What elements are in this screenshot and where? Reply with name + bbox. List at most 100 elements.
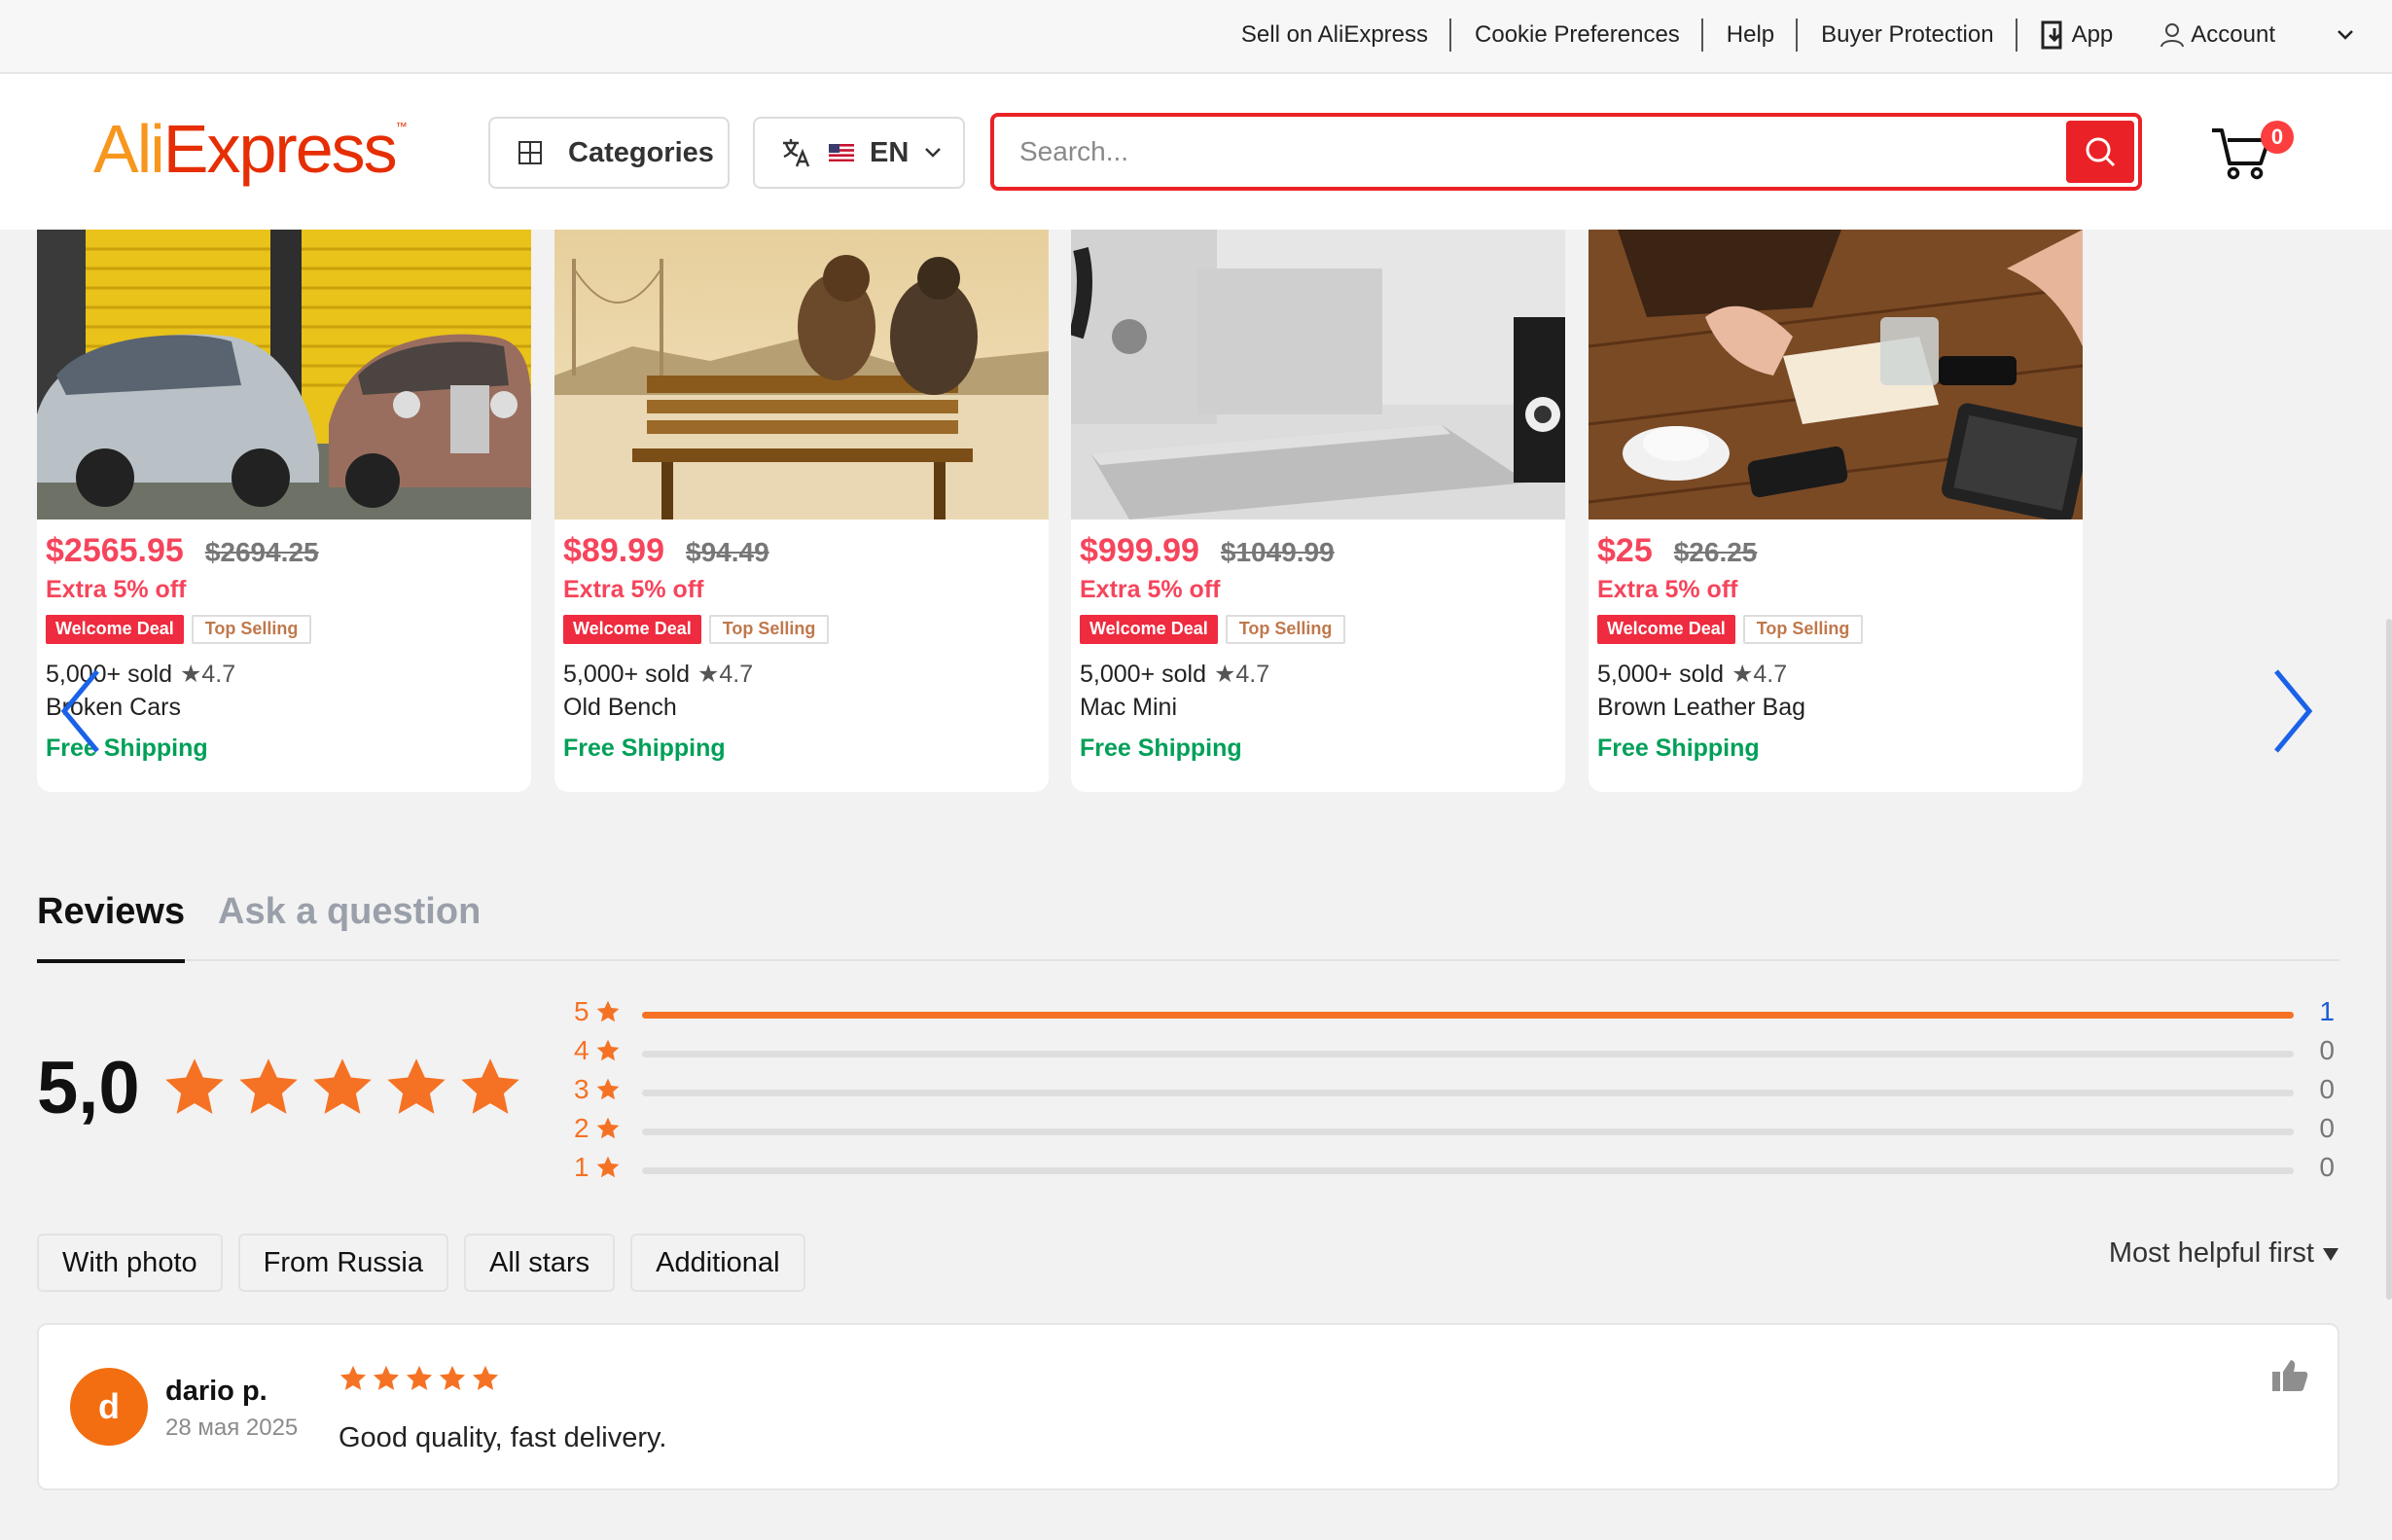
account-dropdown[interactable]: [2299, 29, 2392, 41]
price-row: $89.99 $94.49: [563, 532, 769, 570]
product-card[interactable]: $999.99 $1049.99 Extra 5% off Welcome De…: [1071, 230, 1565, 792]
logo-tm: ™: [395, 120, 408, 133]
user-icon: [2160, 23, 2185, 48]
product-image-bag: [1589, 230, 2083, 519]
rating-row-1[interactable]: 10: [574, 1150, 2335, 1189]
filter-additional[interactable]: Additional: [630, 1234, 805, 1292]
star-icon: [387, 1058, 446, 1114]
sold-count: 5,000+ sold ★4.7: [1597, 660, 1787, 689]
carousel-next-button[interactable]: [2263, 667, 2321, 755]
rating-row-label: 4: [574, 1035, 621, 1066]
welcome-deal-badge: Welcome Deal: [1080, 615, 1218, 644]
average-rating-stars: [161, 1055, 523, 1121]
extra-discount: Extra 5% off: [563, 576, 704, 603]
product-carousel: $2565.95 $2694.25 Extra 5% off Welcome D…: [0, 230, 2392, 794]
rating-row-3[interactable]: 30: [574, 1072, 2335, 1111]
tab-reviews[interactable]: Reviews: [37, 891, 186, 963]
filter-all-stars[interactable]: All stars: [464, 1234, 616, 1292]
product-price: $89.99: [563, 532, 664, 569]
product-badges: Welcome Deal Top Selling: [46, 615, 312, 644]
sell-on-aliexpress-link[interactable]: Sell on AliExpress: [1218, 18, 1452, 52]
price-row: $999.99 $1049.99: [1080, 532, 1335, 570]
sold-count: 5,000+ sold ★4.7: [563, 660, 753, 689]
thumbs-up-icon: [2272, 1360, 2308, 1391]
star-icon: [596, 1078, 619, 1100]
app-link[interactable]: App: [2017, 20, 2137, 50]
chevron-left-icon: [60, 669, 99, 753]
aliexpress-logo[interactable]: AliExpress™: [93, 110, 408, 188]
product-old-price: $26.25: [1673, 537, 1758, 567]
review-stars: [339, 1364, 500, 1393]
search-input[interactable]: [994, 117, 2068, 187]
product-card[interactable]: $25 $26.25 Extra 5% off Welcome Deal Top…: [1589, 230, 2083, 792]
free-shipping-label: Free Shipping: [1080, 734, 1242, 762]
price-row: $25 $26.25: [1597, 532, 1757, 570]
product-old-price: $2694.25: [204, 537, 319, 567]
rating-row-4[interactable]: 40: [574, 1033, 2335, 1072]
rating-row-count: 0: [2319, 1113, 2335, 1143]
filter-with-photo[interactable]: With photo: [37, 1234, 223, 1292]
reviewer-name: dario p.: [165, 1376, 268, 1407]
carousel-prev-button[interactable]: [53, 667, 111, 755]
rating-row-stars: 4: [574, 1035, 589, 1065]
cookie-preferences-link[interactable]: Cookie Preferences: [1451, 18, 1703, 52]
logo-express: Express: [162, 111, 398, 187]
app-download-icon: [2041, 20, 2062, 50]
help-link[interactable]: Help: [1703, 18, 1799, 52]
sort-dropdown[interactable]: Most helpful first: [2109, 1237, 2339, 1270]
translate-icon: [783, 139, 810, 167]
rating-row-stars: 3: [574, 1074, 589, 1104]
rating-bar-track: [642, 1090, 2294, 1096]
rating-row-label: 5: [574, 996, 621, 1027]
cart-count-badge: 0: [2261, 121, 2294, 154]
rating-bar-track: [642, 1167, 2294, 1174]
average-rating: 5,0: [37, 1047, 140, 1129]
language-selector[interactable]: EN: [753, 117, 965, 189]
rating-row-count: 0: [2319, 1074, 2335, 1104]
free-shipping-label: Free Shipping: [1597, 734, 1760, 762]
product-rating: ★4.7: [1213, 661, 1270, 688]
tab-ask-question[interactable]: Ask a question: [218, 891, 481, 933]
product-card[interactable]: $2565.95 $2694.25 Extra 5% off Welcome D…: [37, 230, 531, 792]
review-date: 28 мая 2025: [165, 1415, 299, 1441]
price-row: $2565.95 $2694.25: [46, 532, 319, 570]
review-card: d dario p. 28 мая 2025 Good quality, fas…: [37, 1323, 2339, 1490]
extra-discount: Extra 5% off: [1597, 576, 1738, 603]
filter-from-russia[interactable]: From Russia: [237, 1234, 448, 1292]
buyer-protection-link[interactable]: Buyer Protection: [1798, 18, 2018, 52]
review-filters: With photo From Russia All stars Additio…: [37, 1234, 805, 1292]
sold-count: 5,000+ sold ★4.7: [1080, 660, 1269, 689]
review-text: Good quality, fast delivery.: [339, 1422, 667, 1453]
cart-button[interactable]: 0: [2210, 121, 2294, 191]
welcome-deal-badge: Welcome Deal: [1597, 615, 1735, 644]
chevron-down-icon: [2338, 30, 2353, 40]
product-old-price: $1049.99: [1220, 537, 1335, 567]
rating-row-5[interactable]: 51: [574, 994, 2335, 1033]
star-icon: [373, 1365, 400, 1390]
product-badges: Welcome Deal Top Selling: [1080, 615, 1346, 644]
categories-button[interactable]: Categories: [488, 117, 730, 189]
rating-row-count: 0: [2319, 1152, 2335, 1182]
search-button[interactable]: [2066, 121, 2134, 183]
product-old-price: $94.49: [686, 537, 769, 567]
account-link[interactable]: Account: [2136, 21, 2299, 49]
rating-row-2[interactable]: 20: [574, 1111, 2335, 1150]
product-badges: Welcome Deal Top Selling: [1597, 615, 1864, 644]
page-scrollbar[interactable]: [2386, 619, 2392, 1300]
reviews-tabs: Reviews Ask a question: [37, 876, 2339, 963]
product-badges: Welcome Deal Top Selling: [563, 615, 830, 644]
us-flag-icon: [829, 144, 854, 161]
star-icon: [596, 1000, 619, 1022]
product-card[interactable]: $89.99 $94.49 Extra 5% off Welcome Deal …: [554, 230, 1049, 792]
product-name: Brown Leather Bag: [1597, 694, 1806, 721]
sold-text: 5,000+ sold: [563, 661, 690, 688]
top-selling-badge: Top Selling: [191, 615, 312, 644]
rating-bar-track: [642, 1051, 2294, 1057]
categories-label: Categories: [568, 136, 714, 168]
helpful-button[interactable]: [2271, 1358, 2308, 1398]
star-icon: [596, 1117, 619, 1139]
product-rating: ★4.7: [696, 661, 754, 688]
star-icon: [406, 1365, 433, 1390]
welcome-deal-badge: Welcome Deal: [46, 615, 184, 644]
sold-text: 5,000+ sold: [1597, 661, 1724, 688]
